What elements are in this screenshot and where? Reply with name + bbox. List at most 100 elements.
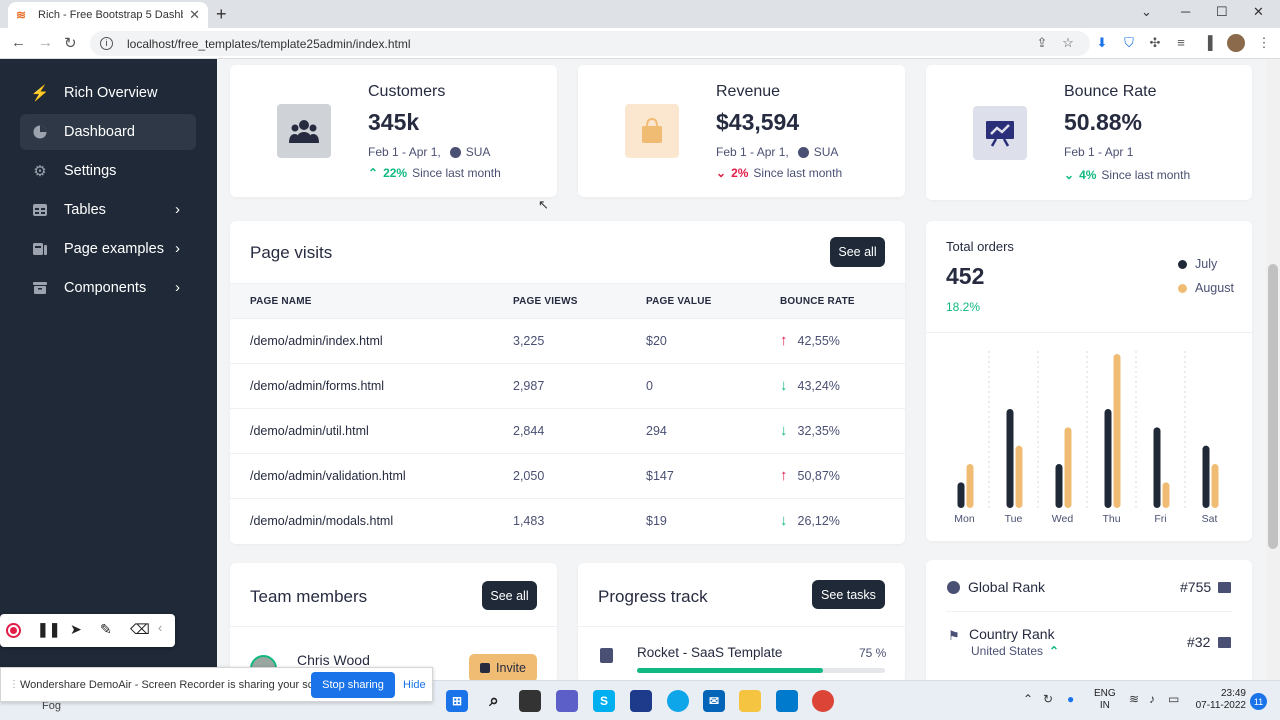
orders-bar-chart: Mon Tue Wed Thu Fri Sat bbox=[954, 351, 1219, 525]
wifi-icon[interactable]: ≋ bbox=[1129, 692, 1139, 706]
close-window-button[interactable]: ✕ bbox=[1253, 4, 1264, 20]
search-icon[interactable]: ⌕ bbox=[483, 690, 505, 712]
bar-july-wed[interactable] bbox=[1055, 464, 1063, 508]
see-tasks-button[interactable]: See tasks bbox=[812, 580, 885, 609]
stop-sharing-button[interactable]: Stop sharing bbox=[311, 672, 395, 698]
reload-icon[interactable]: ↻ bbox=[64, 34, 77, 52]
bookmark-star-icon[interactable]: ☆ bbox=[1061, 36, 1075, 50]
page-views-cell: 2,987 bbox=[513, 379, 545, 393]
favicon-icon: ≋ bbox=[16, 8, 27, 22]
page-visits-card: Page visits See all PAGE NAME PAGE VIEWS… bbox=[230, 221, 905, 544]
arrow-down-icon: ↓ bbox=[780, 377, 788, 394]
language-indicator[interactable]: ENG IN bbox=[1094, 688, 1116, 712]
sidebar-item-label: Components bbox=[64, 280, 147, 296]
page-scrollbar[interactable] bbox=[1266, 59, 1280, 680]
sidebar-brand[interactable]: ⚡ Rich Overview bbox=[20, 75, 196, 111]
battery-icon[interactable]: ▭ bbox=[1168, 692, 1179, 706]
date-text: Feb 1 - Apr 1, bbox=[716, 145, 789, 159]
extensions-puzzle-icon[interactable]: ✣ bbox=[1148, 36, 1162, 50]
share-icon[interactable]: ⇪ bbox=[1035, 36, 1049, 50]
stat-value: 50.88% bbox=[1064, 109, 1143, 135]
drag-handle-icon[interactable]: ⋮ bbox=[9, 679, 19, 690]
new-tab-button[interactable]: + bbox=[216, 4, 227, 25]
collapse-icon[interactable]: ‹ bbox=[158, 620, 162, 635]
skype-icon[interactable]: S bbox=[593, 690, 615, 712]
back-icon[interactable]: ← bbox=[11, 34, 26, 51]
start-menu-icon[interactable]: ⊞ bbox=[446, 690, 468, 712]
maximize-button[interactable]: ☐ bbox=[1216, 4, 1228, 20]
bar-august-thu[interactable] bbox=[1113, 354, 1121, 508]
notification-badge[interactable]: 11 bbox=[1250, 693, 1267, 710]
bounce-rate-cell: ↑ 42,55% bbox=[780, 332, 840, 349]
side-panel-icon[interactable]: ▐ bbox=[1201, 36, 1215, 50]
mail-icon[interactable]: ✉ bbox=[703, 690, 725, 712]
profile-avatar[interactable] bbox=[1227, 34, 1245, 52]
bar-july-fri[interactable] bbox=[1153, 427, 1161, 508]
close-tab-icon[interactable]: ✕ bbox=[189, 7, 200, 23]
stat-date-range: Feb 1 - Apr 1 bbox=[1064, 145, 1133, 159]
file-explorer-icon[interactable] bbox=[739, 690, 761, 712]
browser-tab[interactable]: ≋ Rich - Free Bootstrap 5 Dashboa ✕ bbox=[8, 2, 208, 28]
teams-chat-icon[interactable] bbox=[556, 690, 578, 712]
invite-button[interactable]: Invite bbox=[469, 654, 537, 682]
sidebar-item-tables[interactable]: Tables › bbox=[20, 192, 196, 228]
bar-july-sat[interactable] bbox=[1202, 445, 1210, 508]
forward-icon[interactable]: → bbox=[38, 34, 53, 51]
bar-august-tue[interactable] bbox=[1015, 445, 1023, 508]
pointer-tool-icon[interactable]: ➤ bbox=[70, 621, 82, 638]
browser-menu-icon[interactable]: ⋮ bbox=[1257, 36, 1271, 50]
legend-dot bbox=[1178, 283, 1187, 293]
arrow-up-icon: ↑ bbox=[780, 332, 788, 349]
page-value-cell: $147 bbox=[646, 469, 674, 483]
bar-july-tue[interactable] bbox=[1006, 409, 1014, 508]
table-header: PAGE NAME PAGE VIEWS PAGE VALUE BOUNCE R… bbox=[230, 283, 905, 319]
region-text: SUA bbox=[465, 145, 491, 159]
bar-august-fri[interactable] bbox=[1162, 482, 1170, 508]
bar-august-wed[interactable] bbox=[1064, 427, 1072, 508]
sidebar-item-page-examples[interactable]: Page examples › bbox=[20, 231, 196, 267]
pause-button[interactable]: ❚❚ bbox=[37, 621, 60, 638]
record-button[interactable] bbox=[6, 623, 21, 638]
pen-tool-icon[interactable]: ✎ bbox=[100, 621, 112, 638]
divider bbox=[230, 626, 557, 627]
tab-search-icon[interactable]: ⌄ bbox=[1141, 4, 1152, 20]
volume-icon[interactable]: ♪ bbox=[1149, 692, 1155, 706]
country-rank-value: #32 bbox=[1187, 634, 1211, 650]
eraser-tool-icon[interactable]: ⌫ bbox=[130, 621, 150, 638]
column-header: PAGE NAME bbox=[250, 296, 312, 307]
network-sync-icon[interactable]: ↻ bbox=[1043, 692, 1053, 706]
edge-icon[interactable] bbox=[667, 690, 689, 712]
scrollbar-thumb[interactable] bbox=[1268, 264, 1278, 549]
sidebar-item-dashboard[interactable]: Dashboard bbox=[20, 114, 196, 150]
flag-icon: ⚑ bbox=[948, 628, 960, 643]
extension-download-icon[interactable]: ⬇ bbox=[1095, 36, 1109, 50]
see-all-button[interactable]: See all bbox=[830, 237, 885, 267]
address-bar[interactable]: i localhost/free_templates/template25adm… bbox=[90, 31, 1090, 56]
x-tick-label: Wed bbox=[1052, 513, 1074, 525]
progress-fill bbox=[637, 668, 823, 673]
vscode-icon[interactable] bbox=[776, 690, 798, 712]
hide-button[interactable]: Hide bbox=[403, 679, 426, 691]
task-view-icon[interactable] bbox=[519, 690, 541, 712]
column-header: PAGE VALUE bbox=[646, 296, 712, 307]
bar-august-mon[interactable] bbox=[966, 464, 974, 508]
chevron-up-icon[interactable]: ⌃ bbox=[1023, 692, 1033, 706]
clock[interactable]: 23:49 07-11-2022 bbox=[1192, 688, 1246, 712]
microphone-icon[interactable]: ● bbox=[1067, 692, 1074, 706]
bar-july-thu[interactable] bbox=[1104, 409, 1112, 508]
see-all-team-button[interactable]: See all bbox=[482, 581, 537, 610]
store-icon[interactable] bbox=[630, 690, 652, 712]
shield-extension-icon[interactable]: ⛉ bbox=[1122, 36, 1136, 50]
stat-date-range: Feb 1 - Apr 1, SUA bbox=[716, 145, 838, 159]
chrome-icon[interactable] bbox=[812, 690, 834, 712]
page-value-cell: 294 bbox=[646, 424, 667, 438]
site-info-icon[interactable]: i bbox=[100, 37, 113, 50]
sidebar-item-settings[interactable]: ⚙ Settings bbox=[20, 153, 196, 189]
since-text: Since last month bbox=[1101, 168, 1191, 182]
reading-list-icon[interactable]: ≡ bbox=[1174, 36, 1188, 50]
bar-august-sat[interactable] bbox=[1211, 464, 1219, 508]
sidebar-item-components[interactable]: Components › bbox=[20, 270, 196, 306]
page-value-cell: $20 bbox=[646, 334, 667, 348]
bar-july-mon[interactable] bbox=[957, 482, 965, 508]
minimize-button[interactable]: ─ bbox=[1181, 4, 1190, 19]
